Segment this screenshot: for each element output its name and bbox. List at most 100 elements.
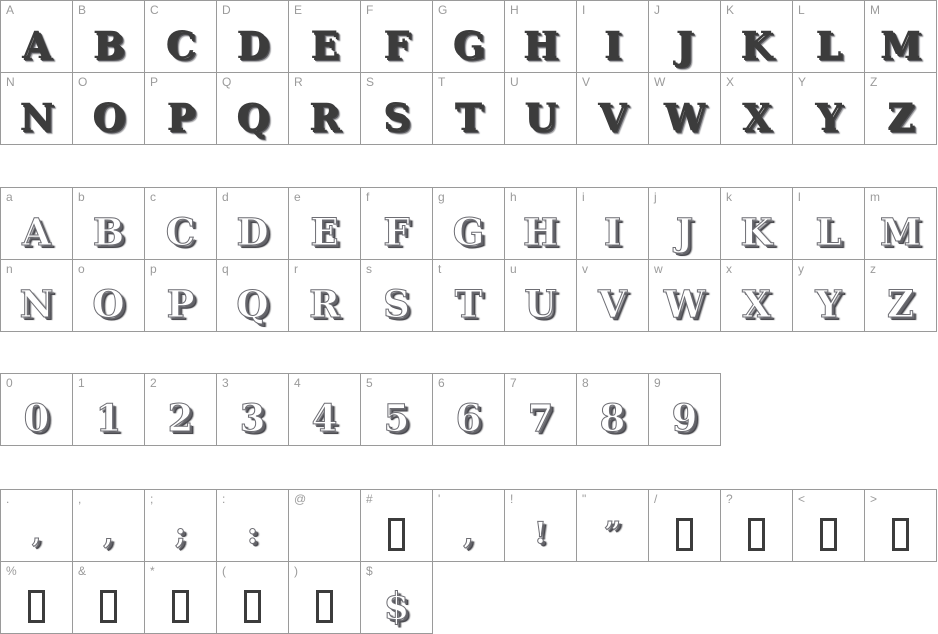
glyph-cell[interactable]: fF	[361, 188, 433, 260]
glyph-cell[interactable]: eE	[289, 188, 361, 260]
glyph-cell[interactable]: /	[649, 490, 721, 562]
glyph-cell[interactable]: wW	[649, 260, 721, 332]
glyph-cell[interactable]: 99	[649, 374, 721, 446]
glyph-cell[interactable]: bB	[73, 188, 145, 260]
glyph-code-label: 8	[582, 376, 589, 390]
glyph-sample: S	[383, 94, 410, 139]
glyph-code-label: 7	[510, 376, 517, 390]
glyph-code-label: K	[726, 3, 735, 17]
glyph-cell[interactable]: nN	[1, 260, 73, 332]
glyph-sample: 8	[599, 395, 626, 440]
glyph-cell[interactable]: ZZ	[865, 73, 937, 145]
glyph-cell[interactable]: AA	[1, 1, 73, 73]
glyph-cell[interactable]: "”	[577, 490, 649, 562]
glyph-cell[interactable]: 00	[1, 374, 73, 446]
glyph-code-label: R	[294, 75, 303, 89]
glyph-cell[interactable]: iI	[577, 188, 649, 260]
glyph-cell[interactable]: 33	[217, 374, 289, 446]
glyph-cell[interactable]: jJ	[649, 188, 721, 260]
glyph-cell[interactable]: JJ	[649, 1, 721, 73]
glyph-sample: C	[165, 22, 196, 67]
glyph-code-label: d	[222, 190, 229, 204]
glyph-sample: I	[603, 209, 622, 254]
glyph-cell[interactable]: oO	[73, 260, 145, 332]
glyph-cell[interactable]: 66	[433, 374, 505, 446]
glyph-cell[interactable]: PP	[145, 73, 217, 145]
glyph-cell[interactable]: aA	[1, 188, 73, 260]
glyph-cell[interactable]: 11	[73, 374, 145, 446]
glyph-cell[interactable]: DD	[217, 1, 289, 73]
glyph-cell[interactable]: EE	[289, 1, 361, 73]
glyph-cell[interactable]: !!	[505, 490, 577, 562]
glyph-cell[interactable]: CC	[145, 1, 217, 73]
glyph-code-label: t	[438, 262, 442, 276]
glyph-cell[interactable]: )	[289, 562, 361, 634]
glyph-cell[interactable]: II	[577, 1, 649, 73]
glyph-cell[interactable]: %	[1, 562, 73, 634]
glyph-cell[interactable]: >	[865, 490, 937, 562]
glyph-cell[interactable]: sS	[361, 260, 433, 332]
glyph-cell[interactable]: mM	[865, 188, 937, 260]
glyph-code-label: E	[294, 3, 303, 17]
glyph-cell[interactable]: 55	[361, 374, 433, 446]
glyph-cell[interactable]: hH	[505, 188, 577, 260]
glyph-cell[interactable]: 22	[145, 374, 217, 446]
glyph-cell[interactable]: ;;	[145, 490, 217, 562]
glyph-cell[interactable]: 77	[505, 374, 577, 446]
glyph-cell[interactable]: LL	[793, 1, 865, 73]
glyph-cell[interactable]: .,	[1, 490, 73, 562]
glyph-cell[interactable]: YY	[793, 73, 865, 145]
glyph-cell[interactable]: VV	[577, 73, 649, 145]
glyph-cell[interactable]: cC	[145, 188, 217, 260]
glyph-cell[interactable]: gG	[433, 188, 505, 260]
missing-glyph-icon	[676, 517, 693, 551]
glyph-code-label: j	[654, 190, 657, 204]
glyph-cell[interactable]: xX	[721, 260, 793, 332]
glyph-cell[interactable]: SS	[361, 73, 433, 145]
glyph-code-label: @	[294, 492, 307, 506]
glyph-cell[interactable]: kK	[721, 188, 793, 260]
glyph-cell[interactable]: NN	[1, 73, 73, 145]
glyph-cell[interactable]: lL	[793, 188, 865, 260]
glyph-cell[interactable]: <	[793, 490, 865, 562]
glyph-cell[interactable]: XX	[721, 73, 793, 145]
glyph-cell[interactable]: $ $	[361, 562, 433, 634]
glyph-cell[interactable]: OO	[73, 73, 145, 145]
glyph-cell[interactable]: TT	[433, 73, 505, 145]
glyph-cell[interactable]: WW	[649, 73, 721, 145]
glyph-cell[interactable]: pP	[145, 260, 217, 332]
glyph-cell[interactable]: ,,	[73, 490, 145, 562]
glyph-sample: O	[92, 281, 125, 326]
glyph-cell[interactable]: RR	[289, 73, 361, 145]
glyph-cell[interactable]: 44	[289, 374, 361, 446]
glyph-cell[interactable]: zZ	[865, 260, 937, 332]
glyph-cell[interactable]: QQ	[217, 73, 289, 145]
glyph-cell[interactable]: (	[217, 562, 289, 634]
glyph-cell[interactable]: @	[289, 490, 361, 562]
glyph-cell[interactable]: KK	[721, 1, 793, 73]
glyph-code-label: z	[870, 262, 877, 276]
glyph-cell[interactable]: yY	[793, 260, 865, 332]
glyph-cell[interactable]: UU	[505, 73, 577, 145]
glyph-cell[interactable]: dD	[217, 188, 289, 260]
glyph-cell[interactable]: ',	[433, 490, 505, 562]
glyph-cell[interactable]: HH	[505, 1, 577, 73]
glyph-cell[interactable]: rR	[289, 260, 361, 332]
glyph-code-label: i	[582, 190, 585, 204]
glyph-cell[interactable]: BB	[73, 1, 145, 73]
glyph-sample: D	[236, 209, 269, 254]
glyph-cell[interactable]: FF	[361, 1, 433, 73]
glyph-cell[interactable]: vV	[577, 260, 649, 332]
glyph-cell[interactable]: GG	[433, 1, 505, 73]
glyph-cell[interactable]: 88	[577, 374, 649, 446]
glyph-cell[interactable]: ::	[217, 490, 289, 562]
glyph-cell[interactable]: MM	[865, 1, 937, 73]
glyph-cell[interactable]: &	[73, 562, 145, 634]
glyph-sample: I	[603, 22, 622, 67]
glyph-cell[interactable]: uU	[505, 260, 577, 332]
glyph-cell[interactable]: tT	[433, 260, 505, 332]
glyph-cell[interactable]: #	[361, 490, 433, 562]
glyph-cell[interactable]: *	[145, 562, 217, 634]
glyph-cell[interactable]: qQ	[217, 260, 289, 332]
glyph-cell[interactable]: ?	[721, 490, 793, 562]
